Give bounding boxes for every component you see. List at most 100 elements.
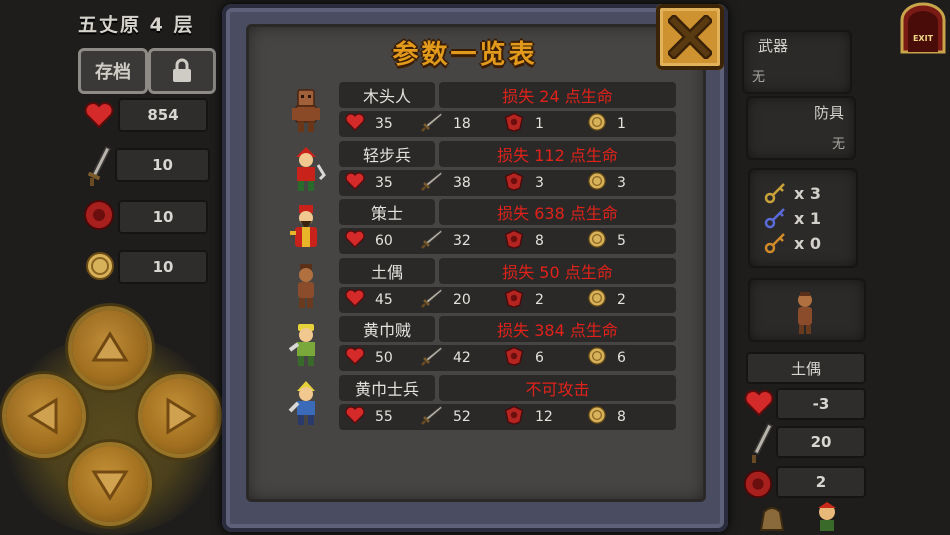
monster-name: 策士 bbox=[339, 199, 435, 225]
gold-coin-icon bbox=[587, 171, 607, 195]
target-atk: 20 bbox=[776, 426, 866, 458]
dpad-right-button[interactable] bbox=[142, 378, 218, 454]
gold-coin-icon bbox=[587, 405, 607, 429]
blue-key-count: x 1 bbox=[794, 208, 822, 228]
close-icon bbox=[668, 15, 712, 59]
monster-defense-cell: 1 bbox=[503, 111, 544, 137]
strategist-portrait-icon bbox=[286, 203, 326, 251]
monster-gold: 6 bbox=[617, 350, 626, 366]
monster-defense-cell: 8 bbox=[503, 228, 544, 254]
target-def: 2 bbox=[776, 466, 866, 498]
shield-icon bbox=[503, 112, 525, 136]
monster-defense: 8 bbox=[535, 233, 544, 249]
key-row-red: x 0 bbox=[764, 232, 821, 254]
monster-stats-row: 45 20 2 2 bbox=[339, 286, 676, 313]
hero-avatar-icon[interactable] bbox=[812, 500, 842, 532]
sword-icon bbox=[421, 170, 443, 195]
close-button[interactable] bbox=[656, 4, 724, 70]
monster-hp-cell: 55 bbox=[345, 404, 393, 430]
monster-attack-cell: 18 bbox=[421, 111, 471, 137]
defense-value: 10 bbox=[118, 200, 208, 234]
monster-hp: 45 bbox=[375, 291, 393, 308]
yellow-key-count: x 3 bbox=[794, 183, 822, 203]
target-clay-figure-icon bbox=[798, 292, 812, 334]
monster-attack-cell: 38 bbox=[421, 170, 471, 196]
key-row-yellow: x 3 bbox=[764, 182, 821, 204]
heart-icon bbox=[84, 102, 114, 128]
monster-name: 轻步兵 bbox=[339, 140, 435, 167]
floor-title: 五丈原 4 层 bbox=[78, 14, 195, 36]
monster-attack-cell: 52 bbox=[421, 404, 471, 430]
exit-label: EXIT bbox=[912, 34, 934, 43]
monster-hp-cell: 50 bbox=[345, 345, 393, 371]
monster-hp: 60 bbox=[375, 233, 393, 249]
monster-gold: 3 bbox=[617, 174, 626, 191]
item-bag-icon[interactable] bbox=[758, 502, 786, 532]
red-key-count: x 0 bbox=[794, 233, 822, 253]
monster-attack-cell: 20 bbox=[421, 287, 471, 313]
monster-attack: 38 bbox=[453, 174, 471, 191]
monster-gold-cell: 1 bbox=[587, 111, 626, 137]
monster-name: 黄巾士兵 bbox=[339, 374, 435, 401]
dpad-up-button[interactable] bbox=[72, 310, 148, 386]
dpad-down-button[interactable] bbox=[72, 446, 148, 522]
gold-value: 10 bbox=[118, 250, 208, 284]
target-heart-icon bbox=[744, 390, 774, 416]
red-key-icon bbox=[764, 233, 785, 254]
weapon-value: 无 bbox=[752, 70, 766, 85]
gold-coin-icon bbox=[587, 288, 607, 312]
monster-stats-row: 55 52 12 8 bbox=[339, 403, 676, 430]
shield-icon bbox=[503, 171, 525, 195]
dpad-left-button[interactable] bbox=[6, 378, 82, 454]
monster-stats-row: 35 38 3 3 bbox=[339, 169, 676, 196]
monster-defense-cell: 3 bbox=[503, 170, 544, 196]
yellow-turban-soldier-portrait-icon bbox=[286, 379, 326, 427]
sword-icon bbox=[421, 112, 443, 136]
lock-button[interactable] bbox=[148, 48, 216, 94]
sword-icon bbox=[87, 145, 112, 186]
monster-defense: 1 bbox=[535, 116, 544, 132]
heart-icon bbox=[345, 230, 365, 252]
monster-gold-cell: 3 bbox=[587, 170, 626, 196]
monster-stats-row: 35 18 1 1 bbox=[339, 111, 676, 137]
monster-gold: 1 bbox=[617, 116, 626, 132]
monster-stats-row: 50 42 6 6 bbox=[339, 345, 676, 371]
target-hp: -3 bbox=[776, 388, 866, 420]
light-infantry-portrait-icon bbox=[286, 145, 326, 193]
heart-icon bbox=[345, 288, 365, 311]
wooden-dummy-portrait-icon bbox=[286, 86, 326, 134]
monster-attack: 52 bbox=[453, 408, 471, 425]
exit-button[interactable]: EXIT bbox=[898, 2, 948, 54]
monster-gold-cell: 5 bbox=[587, 228, 626, 254]
monster-hp: 55 bbox=[375, 408, 393, 425]
arrow-right-icon bbox=[166, 397, 197, 435]
monster-gold-cell: 8 bbox=[587, 404, 626, 430]
shield-icon bbox=[503, 229, 525, 253]
monster-gold-cell: 2 bbox=[587, 287, 626, 313]
target-sword-icon bbox=[752, 422, 774, 463]
armor-value: 无 bbox=[832, 137, 846, 152]
monster-defense: 3 bbox=[535, 174, 544, 191]
monster-damage: 损失 112 点生命 bbox=[439, 140, 676, 167]
weapon-label: 武器 bbox=[758, 37, 789, 55]
monster-name: 土偶 bbox=[339, 257, 435, 284]
sword-icon bbox=[421, 404, 443, 429]
monster-hp-cell: 35 bbox=[345, 170, 393, 196]
monster-attack-cell: 42 bbox=[421, 345, 471, 371]
save-button[interactable]: 存档 bbox=[78, 48, 148, 94]
arrow-down-icon bbox=[91, 470, 129, 501]
blue-key-icon bbox=[764, 208, 785, 229]
monster-hp: 50 bbox=[375, 350, 393, 366]
gold-coin-icon bbox=[86, 252, 114, 280]
monster-defense: 2 bbox=[535, 291, 544, 308]
monster-attack-cell: 32 bbox=[421, 228, 471, 254]
monster-attack: 18 bbox=[453, 116, 471, 132]
arrow-left-icon bbox=[27, 397, 58, 435]
monster-gold: 5 bbox=[617, 233, 626, 249]
modal-title: 参数一览表 bbox=[392, 40, 538, 70]
hp-value: 854 bbox=[118, 98, 208, 132]
monster-attack: 32 bbox=[453, 233, 471, 249]
save-button-label: 存档 bbox=[95, 62, 131, 83]
sword-icon bbox=[421, 287, 443, 312]
monster-stats-row: 60 32 8 5 bbox=[339, 228, 676, 254]
